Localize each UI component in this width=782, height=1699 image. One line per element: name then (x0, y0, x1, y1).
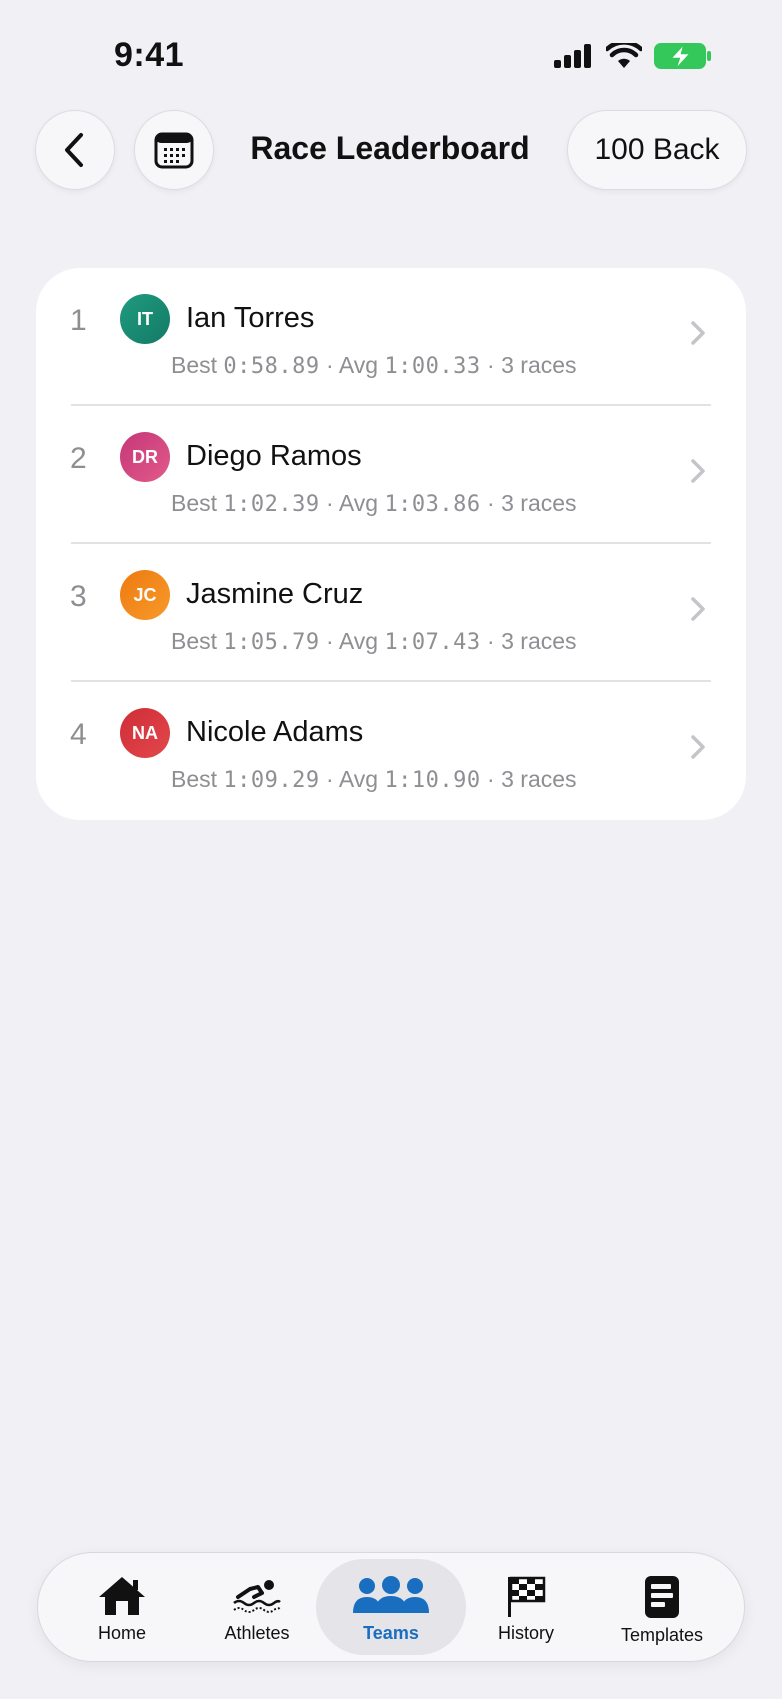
calendar-icon (154, 132, 194, 169)
avatar: NA (120, 708, 170, 758)
chevron-right-icon (691, 735, 705, 759)
best-label: Best (171, 352, 218, 378)
avatar: IT (120, 294, 170, 344)
leaderboard-row[interactable]: 4 NA Nicole Adams Best 1:09.29 · Avg 1:1… (36, 682, 746, 820)
rank-number: 1 (70, 304, 87, 337)
page-title: Race Leaderboard (250, 130, 530, 166)
rank-number: 3 (70, 580, 87, 613)
best-time: 0:58.89 (223, 354, 320, 379)
athlete-name: Nicole Adams (186, 716, 364, 748)
chevron-right-icon (691, 459, 705, 483)
best-label: Best (171, 766, 218, 792)
separator: · (487, 628, 495, 654)
avg-label: Avg (338, 352, 379, 378)
tab-label: Templates (620, 1625, 704, 1645)
avg-time: 1:10.90 (384, 768, 481, 793)
rank-number: 2 (70, 442, 87, 475)
race-stats: Best 1:02.39 · Avg 1:03.86 · 3 races (171, 490, 577, 517)
avg-time: 1:03.86 (384, 492, 481, 517)
athlete-name: Jasmine Cruz (186, 578, 364, 610)
checkered-flag-icon (508, 1576, 546, 1617)
screen: 9:41 Race Leaderboard 100 Back 1 IT Ian … (0, 0, 782, 1699)
tab-label: Home (97, 1623, 146, 1643)
calendar-button[interactable] (134, 110, 214, 190)
race-stats: Best 1:09.29 · Avg 1:10.90 · 3 races (171, 766, 577, 793)
separator: · (326, 628, 334, 654)
tab-label: Teams (363, 1623, 419, 1643)
leaderboard-card: 1 IT Ian Torres Best 0:58.89 · Avg 1:00.… (36, 268, 746, 820)
avatar: DR (120, 432, 170, 482)
back-button[interactable] (35, 110, 115, 190)
separator: · (326, 766, 334, 792)
tab-athletes[interactable]: Athletes (187, 1559, 327, 1655)
tab-teams[interactable]: Teams (316, 1559, 466, 1655)
chevron-right-icon (691, 321, 705, 345)
document-icon (645, 1576, 679, 1618)
chevron-right-icon (691, 597, 705, 621)
separator: · (487, 490, 495, 516)
wifi-icon (606, 43, 642, 68)
leaderboard-row[interactable]: 2 DR Diego Ramos Best 1:02.39 · Avg 1:03… (36, 406, 746, 544)
tab-label: Athletes (224, 1623, 290, 1643)
race-count: 3 races (501, 352, 577, 378)
race-count: 3 races (501, 628, 577, 654)
status-time: 9:41 (114, 36, 185, 74)
swimmer-icon (233, 1580, 281, 1613)
avg-label: Avg (338, 628, 379, 654)
leaderboard-row[interactable]: 1 IT Ian Torres Best 0:58.89 · Avg 1:00.… (36, 268, 746, 406)
leaderboard-row[interactable]: 3 JC Jasmine Cruz Best 1:05.79 · Avg 1:0… (36, 544, 746, 682)
rank-number: 4 (70, 718, 87, 751)
avg-time: 1:00.33 (384, 354, 481, 379)
race-stats: Best 1:05.79 · Avg 1:07.43 · 3 races (171, 628, 577, 655)
house-icon (99, 1577, 145, 1615)
status-icons (554, 42, 712, 70)
best-label: Best (171, 490, 218, 516)
athlete-name: Ian Torres (186, 302, 315, 334)
separator: · (326, 490, 334, 516)
cellular-signal-icon (554, 44, 591, 68)
tab-label: History (497, 1623, 554, 1643)
battery-charging-icon (654, 43, 711, 69)
avg-label: Avg (338, 490, 379, 516)
avg-label: Avg (338, 766, 379, 792)
best-time: 1:09.29 (223, 768, 320, 793)
event-selector-button[interactable]: 100 Back (567, 110, 747, 190)
race-count: 3 races (501, 490, 577, 516)
tab-templates[interactable]: Templates (592, 1559, 732, 1655)
best-time: 1:05.79 (223, 630, 320, 655)
separator: · (487, 766, 495, 792)
athlete-name: Diego Ramos (186, 440, 362, 472)
people-icon (353, 1576, 429, 1613)
best-time: 1:02.39 (223, 492, 320, 517)
tab-bar: Home Athletes Teams History Templates (37, 1552, 745, 1662)
separator: · (326, 352, 334, 378)
race-stats: Best 0:58.89 · Avg 1:00.33 · 3 races (171, 352, 577, 379)
chevron-left-icon (65, 133, 83, 167)
avg-time: 1:07.43 (384, 630, 481, 655)
best-label: Best (171, 628, 218, 654)
race-count: 3 races (501, 766, 577, 792)
tab-history[interactable]: History (456, 1559, 596, 1655)
avatar: JC (120, 570, 170, 620)
tab-home[interactable]: Home (52, 1559, 192, 1655)
separator: · (487, 352, 495, 378)
